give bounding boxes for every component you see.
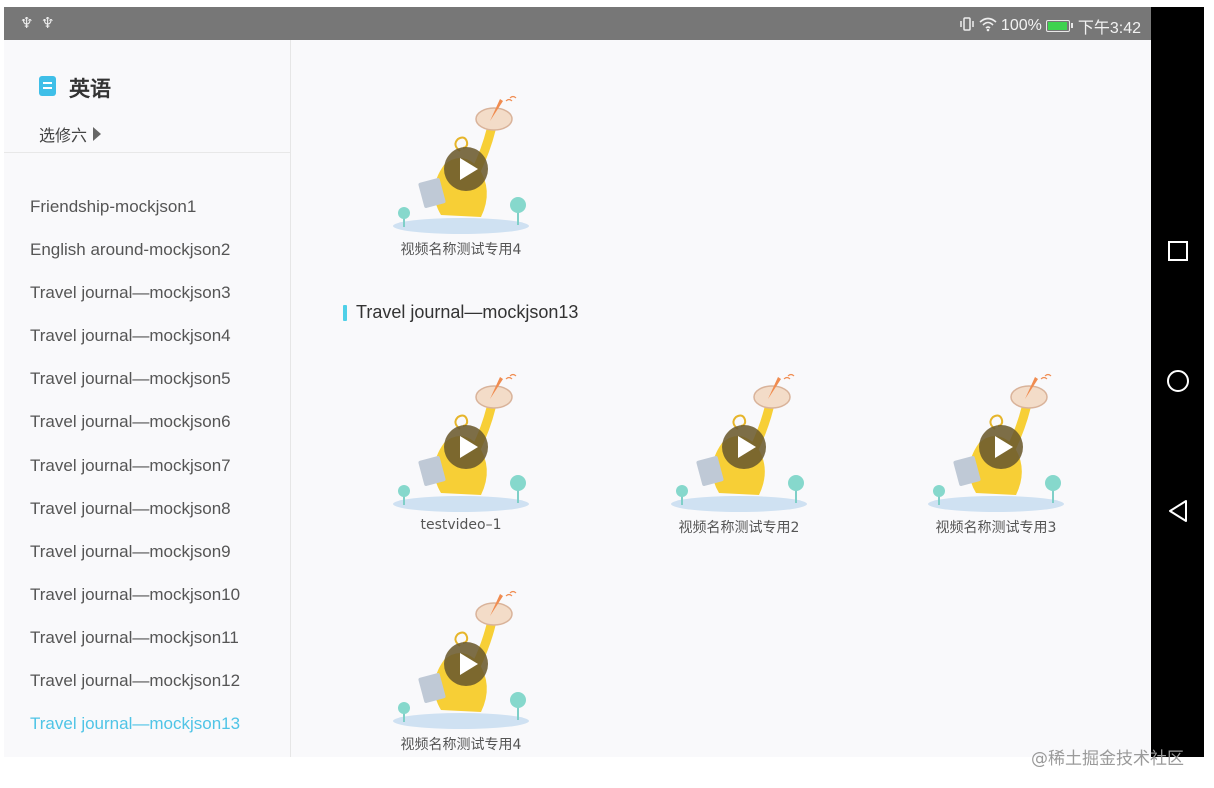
sidebar-unit-item[interactable]: Travel journal—mockjson7 (4, 444, 290, 487)
battery-percent: 100% (1000, 17, 1042, 34)
divider (4, 152, 290, 153)
sidebar-unit-item[interactable]: Travel journal—mockjson9 (4, 530, 290, 573)
section-accent-bar (343, 304, 347, 321)
video-title: testvideo–1 (420, 517, 502, 533)
video-content: 视频名称测试专用4 Travel journal—mockjson13 test… (291, 40, 1151, 757)
video-thumbnail (386, 373, 536, 513)
video-card[interactable]: 视频名称测试专用4 (386, 590, 536, 754)
unit-list: Friendship-mockjson1 English around-mockj… (4, 185, 290, 745)
sidebar-unit-item[interactable]: Travel journal—mockjson11 (4, 616, 290, 659)
video-title: 视频名称测试专用4 (400, 242, 522, 258)
video-card[interactable]: testvideo–1 (386, 373, 536, 533)
navigation-bar (1151, 7, 1204, 757)
sidebar-unit-item[interactable]: English around-mockjson2 (4, 228, 290, 271)
sidebar-unit-item[interactable]: Travel journal—mockjson13 (4, 702, 290, 745)
sidebar-unit-item[interactable]: Travel journal—mockjson3 (4, 271, 290, 314)
battery-level (1047, 22, 1067, 30)
sidebar-unit-item[interactable]: Travel journal—mockjson4 (4, 314, 290, 357)
subject-title: 英语 (69, 77, 111, 101)
video-thumbnail (386, 590, 536, 730)
video-title: 视频名称测试专用3 (935, 520, 1057, 536)
status-bar: ♆ ♆ 100% 下午3:42 (4, 7, 1151, 40)
vibrate-icon (959, 16, 975, 37)
home-icon[interactable] (1151, 369, 1204, 393)
book-icon (39, 76, 56, 96)
back-icon[interactable] (1151, 499, 1204, 523)
sidebar-unit-item[interactable]: Travel journal—mockjson6 (4, 400, 290, 443)
video-thumbnail (664, 373, 814, 513)
video-title: 视频名称测试专用2 (678, 520, 800, 536)
video-card[interactable]: 视频名称测试专用4 (386, 95, 536, 259)
book-selector[interactable]: 选修六 (39, 122, 102, 146)
video-title: 视频名称测试专用4 (400, 737, 522, 753)
sidebar-unit-item[interactable]: Friendship-mockjson1 (4, 185, 290, 228)
sidebar-unit-item[interactable]: Travel journal—mockjson10 (4, 573, 290, 616)
video-card[interactable]: 视频名称测试专用2 (664, 373, 814, 537)
recent-apps-icon[interactable] (1151, 240, 1204, 262)
sidebar-unit-item[interactable]: Travel journal—mockjson5 (4, 357, 290, 400)
video-thumbnail (921, 373, 1071, 513)
sidebar-unit-item[interactable]: Travel journal—mockjson12 (4, 659, 290, 702)
status-icons: 100% 下午3:42 (955, 14, 1141, 38)
usb-icon: ♆ (20, 14, 34, 32)
clock: 下午3:42 (1077, 20, 1141, 37)
section-title: Travel journal—mockjson13 (356, 302, 579, 322)
video-thumbnail (386, 95, 536, 235)
book-selector-label: 选修六 (39, 126, 88, 145)
sidebar-unit-item[interactable]: Travel journal—mockjson8 (4, 487, 290, 530)
video-card[interactable]: 视频名称测试专用3 (921, 373, 1071, 537)
battery-icon (1045, 20, 1073, 32)
caret-right-icon (93, 127, 102, 141)
wifi-icon (979, 16, 997, 37)
section-header: Travel journal—mockjson13 (343, 302, 578, 323)
unit-sidebar: 英语 选修六 Friendship-mockjson1 English aroun… (4, 40, 291, 757)
usb-icon: ♆ (41, 14, 55, 32)
watermark: @稀土掘金技术社区 (1031, 749, 1184, 769)
app-screen: ♆ ♆ 100% 下午3:42 英语 选修六 Friendship-mockjs… (4, 7, 1151, 757)
